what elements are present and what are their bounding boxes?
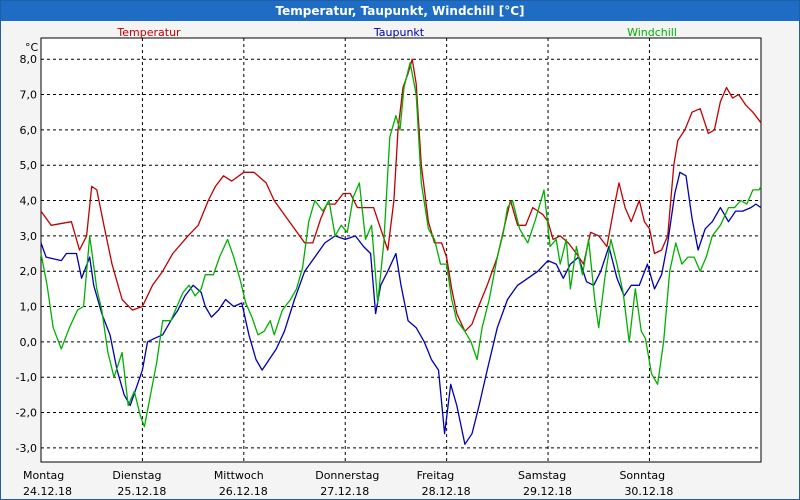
y-tick-label: 2,0 bbox=[20, 265, 38, 278]
x-tick-date: 26.12.18 bbox=[219, 485, 268, 498]
y-tick-label: 8,0 bbox=[20, 53, 38, 66]
x-tick-day: Freitag bbox=[417, 469, 455, 482]
y-tick-label: -3,0 bbox=[16, 442, 37, 455]
x-tick-day: Sonntag bbox=[619, 469, 665, 482]
x-tick-date: 25.12.18 bbox=[117, 485, 166, 498]
x-tick-day: Donnerstag bbox=[315, 469, 379, 482]
y-axis-unit: °C bbox=[25, 41, 39, 54]
y-tick-label: 7,0 bbox=[20, 89, 38, 102]
x-tick-date: 29.12.18 bbox=[523, 485, 572, 498]
y-tick-label: 5,0 bbox=[20, 159, 38, 172]
y-tick-label: 3,0 bbox=[20, 230, 38, 243]
y-tick-label: 4,0 bbox=[20, 195, 38, 208]
x-tick-day: Samstag bbox=[518, 469, 566, 482]
x-tick-date: 28.12.18 bbox=[422, 485, 471, 498]
legend-temperatur: Temperatur bbox=[116, 26, 181, 39]
x-tick-day: Mittwoch bbox=[214, 469, 264, 482]
y-tick-label: 0,0 bbox=[20, 336, 38, 349]
legend-windchill: Windchill bbox=[627, 26, 677, 39]
x-tick-date: 24.12.18 bbox=[23, 485, 72, 498]
y-tick-label: 1,0 bbox=[20, 301, 38, 314]
y-tick-label: -2,0 bbox=[16, 407, 37, 420]
chart-title: Temperatur, Taupunkt, Windchill [°C] bbox=[1, 1, 799, 21]
x-tick-date: 30.12.18 bbox=[624, 485, 673, 498]
y-tick-label: 6,0 bbox=[20, 124, 38, 137]
line-chart: 8,0 7,0 6,0 5,0 4,0 3,0 2,0 1,0 0,0 -1,0 -2,0 -3,0 °… bbox=[16, 26, 762, 498]
x-tick-day: Dienstag bbox=[112, 469, 161, 482]
y-tick-label: -1,0 bbox=[16, 371, 37, 384]
x-tick-day: Montag bbox=[23, 469, 64, 482]
chart-window: Temperatur, Taupunkt, Windchill [°C] 8,0… bbox=[0, 0, 800, 500]
legend-taupunkt: Taupunkt bbox=[373, 26, 425, 39]
x-tick-date: 27.12.18 bbox=[320, 485, 369, 498]
